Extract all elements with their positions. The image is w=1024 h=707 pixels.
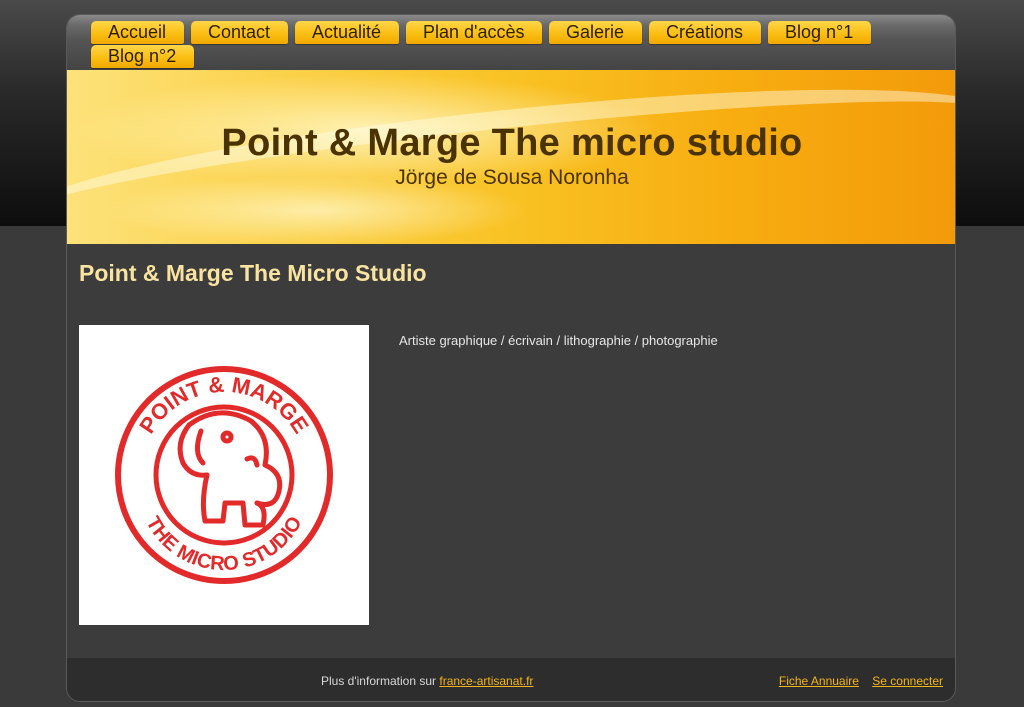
nav-item-plan-acces[interactable]: Plan d'accès — [406, 21, 542, 44]
nav-item-contact[interactable]: Contact — [191, 21, 288, 44]
elephant-icon — [177, 410, 283, 528]
stamp-outer-ring — [115, 366, 333, 584]
fiche-annuaire-link[interactable]: Fiche Annuaire — [779, 674, 859, 688]
stamp-logo-image: POINT & MARGE THE MICRO STUDIO — [115, 366, 333, 584]
page-heading: Point & Marge The Micro Studio — [79, 260, 427, 286]
header-banner: Point & Marge The micro studio Jörge de … — [67, 70, 955, 244]
footer-info: Plus d'information sur france-artisanat.… — [321, 674, 533, 688]
footer-info-text: Plus d'information sur — [321, 674, 437, 688]
nav-item-accueil[interactable]: Accueil — [91, 21, 184, 44]
site-subtitle: Jörge de Sousa Noronha — [395, 166, 629, 189]
footer-links: Fiche Annuaire Se connecter — [779, 674, 943, 688]
nav-item-creations[interactable]: Créations — [649, 21, 761, 44]
studio-logo: POINT & MARGE THE MICRO STUDIO — [79, 325, 369, 625]
main-content: Point & Marge The Micro Studio POINT & M… — [67, 244, 955, 658]
nav-item-blog-2[interactable]: Blog n°2 — [91, 45, 194, 68]
france-artisanat-link[interactable]: france-artisanat.fr — [439, 674, 533, 688]
site-title: Point & Marge The micro studio — [221, 122, 803, 164]
nav-item-actualite[interactable]: Actualité — [295, 21, 399, 44]
main-navigation: Accueil Contact Actualité Plan d'accès G… — [67, 15, 955, 70]
footer: Plus d'information sur france-artisanat.… — [67, 658, 955, 701]
nav-item-blog-1[interactable]: Blog n°1 — [768, 21, 871, 44]
se-connecter-link[interactable]: Se connecter — [872, 674, 943, 688]
page-container: Accueil Contact Actualité Plan d'accès G… — [66, 14, 956, 702]
studio-description: Artiste graphique / écrivain / lithograp… — [399, 333, 718, 348]
nav-item-galerie[interactable]: Galerie — [549, 21, 642, 44]
